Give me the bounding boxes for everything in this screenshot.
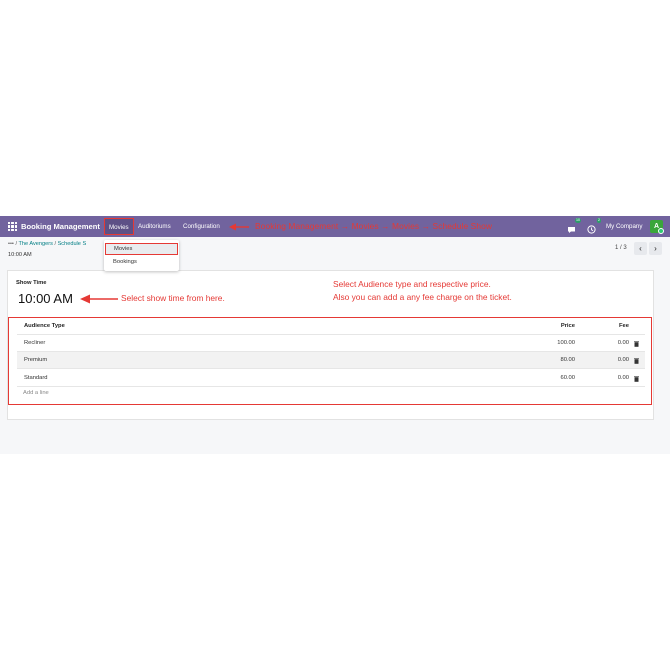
add-a-line-link[interactable]: Add a line [23, 390, 49, 396]
chat-icon[interactable]: 10 [567, 218, 581, 233]
breadcrumb-more[interactable]: ••• [8, 241, 14, 247]
online-status-dot [658, 228, 664, 234]
delete-row-icon[interactable] [634, 341, 639, 347]
dropdown-item-movies[interactable]: Movies [105, 243, 178, 255]
breadcrumb-separator: / [15, 241, 18, 247]
audience-annotation-line-2: Also you can add a any fee charge on the… [333, 292, 512, 302]
dropdown-item-bookings[interactable]: Bookings [105, 256, 178, 268]
header-audience-type[interactable]: Audience Type [24, 318, 65, 335]
table-row[interactable]: Premium 80.00 0.00 [17, 352, 645, 369]
show-time-field[interactable]: 10:00 AM [18, 291, 73, 306]
cell-price[interactable]: 80.00 [560, 352, 575, 369]
top-navbar: Booking Management Movies Auditoriums Co… [0, 216, 670, 237]
menu-configuration[interactable]: Configuration [183, 216, 220, 237]
table-row[interactable]: Recliner 100.00 0.00 [17, 335, 645, 352]
audience-annotation: Select Audience type and respective pric… [333, 278, 512, 304]
breadcrumb: ••• / The Avengers / Schedule S [8, 241, 86, 247]
delete-row-icon[interactable] [634, 358, 639, 364]
header-price[interactable]: Price [561, 318, 575, 335]
company-switcher[interactable]: My Company [606, 216, 642, 237]
annotation-arrow-icon [229, 223, 249, 231]
cell-fee[interactable]: 0.00 [618, 335, 629, 352]
audience-annotation-line-1: Select Audience type and respective pric… [333, 279, 491, 289]
show-time-annotation: Select show time from here. [121, 293, 225, 303]
activity-clock-icon[interactable]: 2 [587, 218, 601, 234]
record-title: 10:00 AM [8, 252, 32, 258]
cell-audience-type[interactable]: Premium [24, 352, 47, 369]
header-fee[interactable]: Fee [619, 318, 629, 335]
app-screenshot: Booking Management Movies Auditoriums Co… [0, 216, 670, 454]
movies-dropdown-menu: Movies Bookings [104, 240, 179, 271]
cell-price[interactable]: 100.00 [557, 335, 575, 352]
table-header-row: Audience Type Price Fee [17, 318, 645, 335]
pager-prev-button[interactable]: ‹ [634, 242, 647, 255]
pager-value[interactable]: 1 / 3 [615, 245, 627, 251]
activity-badge: 2 [597, 218, 601, 223]
menu-movies[interactable]: Movies [104, 218, 134, 235]
table-row[interactable]: Standard 60.00 0.00 [17, 370, 645, 387]
audience-price-table: Audience Type Price Fee Recliner 100.00 … [8, 317, 652, 405]
app-brand[interactable]: Booking Management [21, 216, 100, 237]
breadcrumb-the-avengers[interactable]: The Avengers [18, 241, 52, 247]
cell-audience-type[interactable]: Recliner [24, 335, 45, 352]
cell-audience-type[interactable]: Standard [24, 370, 48, 387]
show-time-label: Show Time [16, 280, 47, 286]
cell-fee[interactable]: 0.00 [618, 352, 629, 369]
breadcrumb-separator: / [54, 241, 57, 247]
user-avatar[interactable]: A [650, 220, 664, 234]
cell-fee[interactable]: 0.00 [618, 370, 629, 387]
delete-row-icon[interactable] [634, 376, 639, 382]
cell-price[interactable]: 60.00 [560, 370, 575, 387]
form-sheet: Show Time 10:00 AM Select show time from… [7, 270, 654, 420]
pager-next-button[interactable]: › [649, 242, 662, 255]
breadcrumb-schedule-show[interactable]: Schedule S [58, 241, 87, 247]
apps-grid-icon[interactable] [8, 222, 17, 231]
navigation-annotation: Booking Management → Movies → Movies → S… [255, 221, 493, 231]
chat-badge: 10 [575, 218, 581, 223]
menu-auditoriums[interactable]: Auditoriums [138, 216, 171, 237]
annotation-arrow-icon [80, 294, 118, 304]
